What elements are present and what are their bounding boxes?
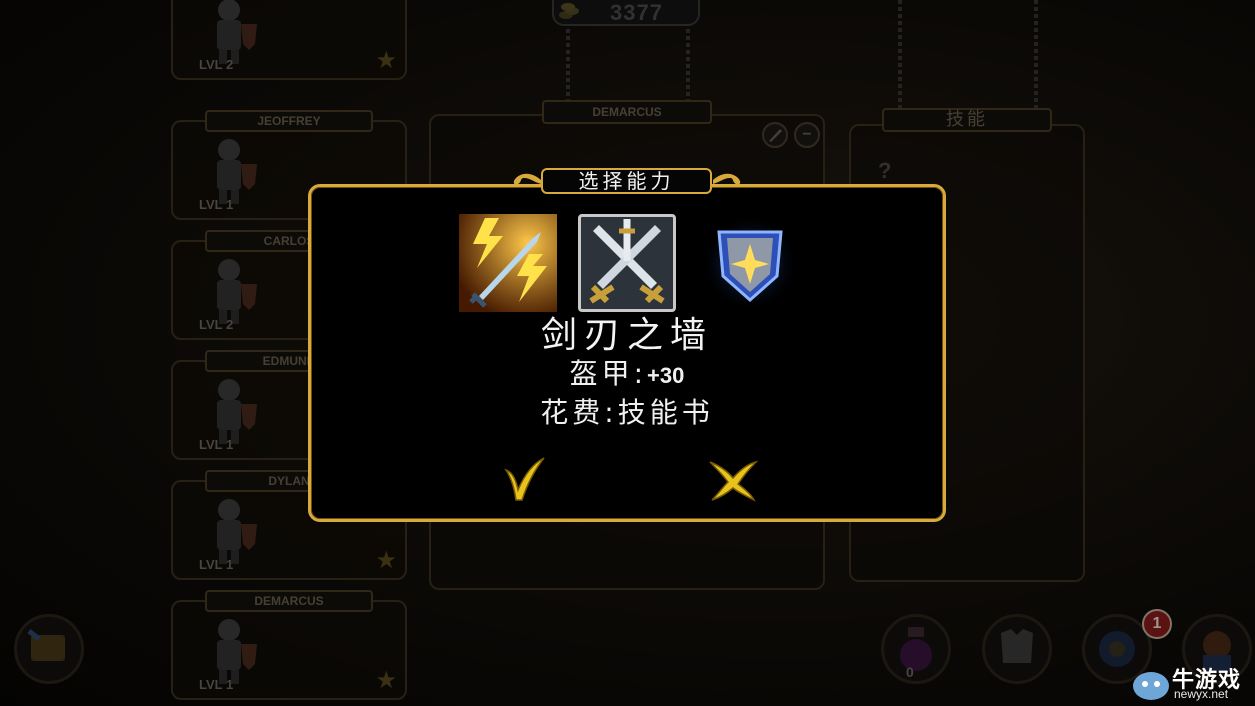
watermark-url: newyx.net xyxy=(1174,687,1229,701)
skill-name: 剑刃之墙 xyxy=(540,315,713,356)
watermark-logo-icon xyxy=(1133,672,1169,700)
dialog-title: 选择能力 xyxy=(541,168,712,194)
checkmark-icon[interactable] xyxy=(498,456,548,502)
ornament-right-icon xyxy=(713,173,741,185)
shield-star-icon[interactable] xyxy=(701,214,799,312)
stat-value: +30 xyxy=(647,363,685,388)
stat-line: 盔甲:+30 xyxy=(308,352,946,392)
x-icon[interactable] xyxy=(708,456,758,502)
cost-text: 花费:技能书 xyxy=(540,396,714,429)
stat-label: 盔甲: xyxy=(569,357,648,390)
lightning-sword-icon[interactable] xyxy=(459,214,557,312)
crossed-swords-icon[interactable] xyxy=(578,214,676,312)
ornament-left-icon xyxy=(513,173,541,185)
